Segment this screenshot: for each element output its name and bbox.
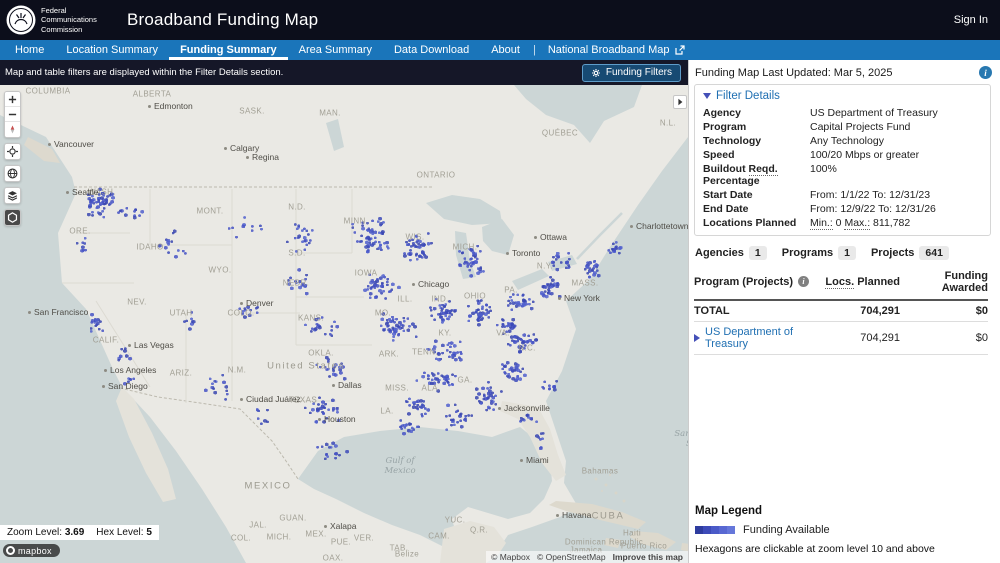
count-label: Programs [781, 246, 834, 259]
count-agencies: Agencies 1 [695, 245, 767, 260]
nav-item-funding-summary[interactable]: Funding Summary [169, 40, 288, 60]
chevron-right-icon [678, 98, 683, 106]
last-updated-row: Funding Map Last Updated: Mar 5, 2025 i [689, 60, 1000, 82]
filter-value: 100/20 Mbps or greater [810, 148, 920, 161]
filter-label: Buildout Reqd. Percentage [703, 162, 778, 187]
filter-value: US Department of Treasury [810, 107, 938, 119]
zoom-out-button[interactable] [5, 107, 20, 122]
nav-item-data-download[interactable]: Data Download [383, 40, 480, 60]
app-header: Federal Communications Commission Broadb… [0, 0, 1000, 40]
improve-map-link[interactable]: Improve this map [613, 552, 683, 562]
table-row: TOTAL 704,291 $0 [694, 301, 988, 322]
nav-item-home[interactable]: Home [4, 40, 55, 60]
map-controls [4, 91, 21, 226]
zoom-level-label: Zoom Level: [7, 527, 63, 538]
main-nav: Home Location Summary Funding Summary Area … [0, 40, 1000, 60]
filters-note: Map and table filters are displayed with… [5, 67, 284, 78]
panel-collapse-button[interactable] [673, 95, 687, 109]
zoom-level-bar: Zoom Level: 3.69 Hex Level: 5 [0, 525, 159, 540]
globe-button[interactable] [5, 166, 20, 181]
nav-item-area-summary[interactable]: Area Summary [288, 40, 383, 60]
table-header-row: Program (Projects) i Locs. Planned Fundi… [694, 267, 988, 301]
filter-value: From: 12/9/22 To: 12/31/26 [810, 202, 936, 215]
col-program-header: Program (Projects) [694, 275, 794, 288]
count-badge: 1 [748, 245, 767, 260]
nav-item-about[interactable]: About [480, 40, 531, 60]
compass-button[interactable] [5, 122, 20, 137]
legend-note: Hexagons are clickable at zoom level 10 … [695, 543, 935, 555]
mapbox-logo-icon [6, 546, 15, 555]
filter-value: Min.: 0 Max.: 811,782 [810, 216, 911, 230]
last-updated-text: Funding Map Last Updated: Mar 5, 2025 [695, 66, 893, 79]
mapbox-logo[interactable]: mapbox [3, 544, 60, 557]
count-label: Agencies [695, 246, 744, 259]
filter-value: 100% [810, 162, 837, 175]
funding-table: Program (Projects) i Locs. Planned Fundi… [694, 267, 988, 355]
filter-label: Technology [703, 134, 762, 147]
attribution-osm[interactable]: © OpenStreetMap [537, 552, 606, 562]
filter-label: Start Date [703, 188, 753, 201]
expand-caret-icon[interactable] [694, 333, 700, 342]
nav-item-location-summary[interactable]: Location Summary [55, 40, 169, 60]
nav-item-national-broadband-map[interactable]: National Broadband Map [538, 40, 695, 60]
gear-icon [591, 68, 600, 77]
table-row[interactable]: US Department of Treasury 704,291 $0 [694, 322, 988, 355]
geolocate-button[interactable] [5, 144, 20, 159]
funding-filters-button[interactable]: Funding Filters [581, 63, 681, 82]
minus-icon [8, 113, 17, 115]
filter-label: Agency [703, 107, 741, 119]
compass-icon [10, 125, 15, 134]
count-badge: 641 [919, 245, 949, 260]
legend-label: Funding Available [743, 524, 830, 536]
funding-map[interactable]: COLUMBIA ALBERTA SASK. MAN. ONTARIO QUÉBEC N.L… [0, 85, 688, 563]
map-attribution: © Mapbox © OpenStreetMap Improve this ma… [486, 551, 688, 563]
count-label: Projects [870, 246, 915, 259]
summary-counts: Agencies 1 Programs 1 Projects 641 [695, 245, 994, 260]
filter-details-box: Filter Details Agency US Department of Tr… [694, 84, 991, 236]
filter-label: Locations Planned [703, 216, 797, 229]
hex-level-label: Hex Level: [96, 527, 144, 538]
filter-label: Program [703, 120, 747, 133]
info-icon[interactable]: i [979, 66, 992, 79]
plus-icon [8, 95, 17, 103]
geolocate-icon [7, 146, 18, 157]
layers-icon [7, 191, 18, 201]
page-title: Broadband Funding Map [127, 10, 319, 29]
zoom-level-value: 3.69 [64, 527, 85, 538]
attribution-mapbox[interactable]: © Mapbox [491, 552, 530, 562]
filter-details-toggle[interactable]: Filter Details [703, 90, 982, 102]
legend-title: Map Legend [695, 505, 763, 517]
hex-level-value: 5 [146, 527, 152, 538]
table-body: TOTAL 704,291 $0 US Department of Treasury 7… [694, 301, 988, 355]
chevron-down-icon [703, 93, 711, 99]
funding-available-swatch [695, 526, 735, 534]
details-panel: Funding Map Last Updated: Mar 5, 2025 i … [688, 60, 1000, 563]
program-link[interactable]: US Department of Treasury [705, 326, 812, 350]
count-projects: Projects 641 [870, 245, 949, 260]
agency-name: Federal Communications Commission [41, 5, 97, 34]
col-locs-header: Locs. Planned [825, 275, 900, 289]
sign-in-link[interactable]: Sign In [954, 14, 988, 26]
hexagon-icon [7, 212, 18, 223]
count-programs: Programs 1 [781, 245, 856, 260]
filter-value: From: 1/1/22 To: 12/31/23 [810, 188, 931, 201]
hex-layer-button[interactable] [5, 210, 20, 225]
zoom-in-button[interactable] [5, 92, 20, 107]
filter-value: Any Technology [810, 134, 884, 147]
filter-label: Speed [703, 148, 735, 161]
filter-value: Capital Projects Fund [810, 120, 911, 133]
map-geography [0, 85, 688, 563]
map-toolbar: Map and table filters are displayed with… [0, 60, 688, 85]
fcc-seal-logo [6, 5, 36, 35]
col-funding-header: Funding Awarded [941, 269, 988, 294]
globe-icon [7, 168, 18, 179]
nav-divider: | [532, 44, 536, 56]
count-badge: 1 [838, 245, 856, 260]
external-link-icon [674, 45, 685, 55]
filter-rows: Agency US Department of Treasury Program Ca… [703, 107, 982, 230]
map-legend: Map Legend Funding Available Hexagons ar… [689, 505, 1000, 563]
layers-button[interactable] [5, 188, 20, 203]
info-icon[interactable]: i [798, 276, 810, 288]
filter-label: End Date [703, 202, 749, 215]
